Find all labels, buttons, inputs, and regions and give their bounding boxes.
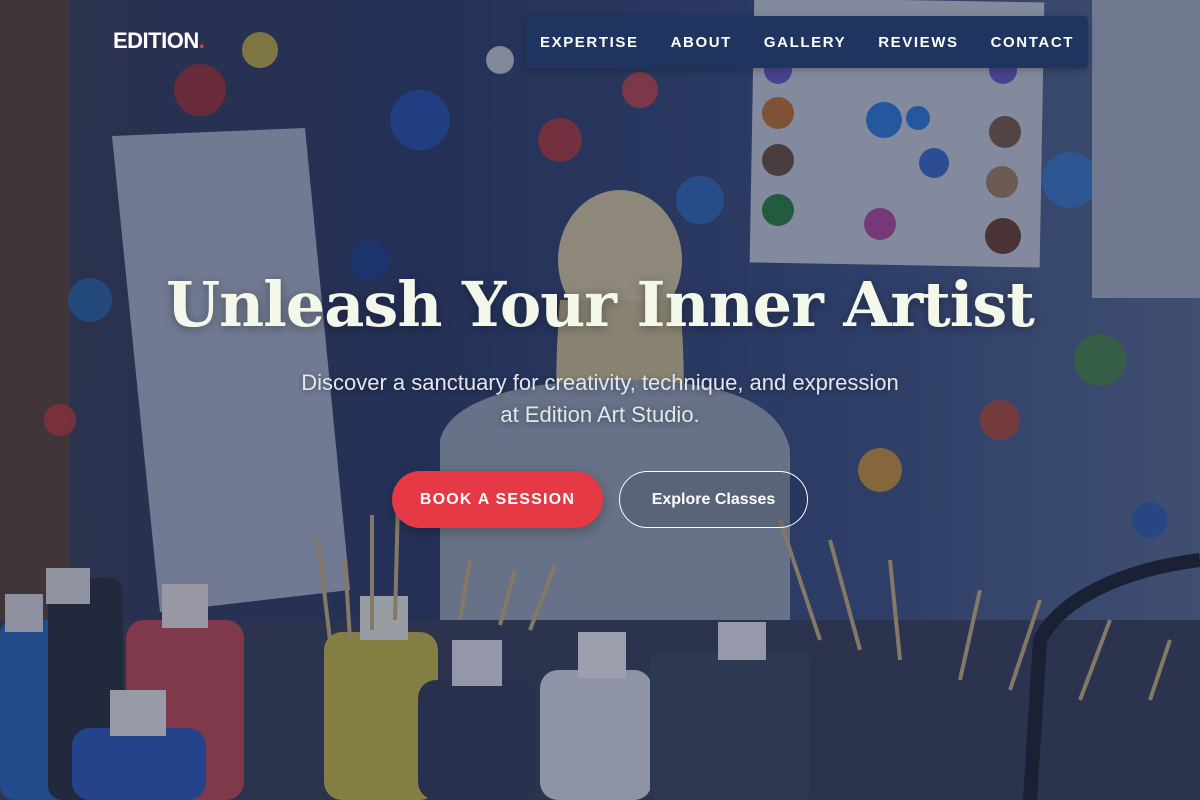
book-session-button[interactable]: BOOK A SESSION bbox=[392, 471, 603, 528]
nav-link-about[interactable]: ABOUT bbox=[655, 34, 748, 51]
hero-title: Unleash Your Inner Artist bbox=[166, 268, 1035, 341]
brand-logo[interactable]: EDITION. bbox=[113, 28, 205, 54]
nav-link-expertise[interactable]: EXPERTISE bbox=[524, 34, 655, 51]
nav-link-gallery[interactable]: GALLERY bbox=[748, 34, 862, 51]
brand-dot: . bbox=[198, 28, 205, 53]
hero-subtitle: Discover a sanctuary for creativity, tec… bbox=[301, 370, 899, 427]
nav-link-contact[interactable]: CONTACT bbox=[975, 34, 1090, 51]
main-nav: EXPERTISE ABOUT GALLERY REVIEWS CONTACT bbox=[526, 16, 1088, 68]
hero-section: EDITION. EXPERTISE ABOUT GALLERY REVIEWS… bbox=[0, 0, 1200, 800]
explore-classes-button[interactable]: Explore Classes bbox=[619, 471, 808, 528]
nav-link-reviews[interactable]: REVIEWS bbox=[862, 34, 974, 51]
brand-name: EDITION bbox=[113, 28, 199, 53]
